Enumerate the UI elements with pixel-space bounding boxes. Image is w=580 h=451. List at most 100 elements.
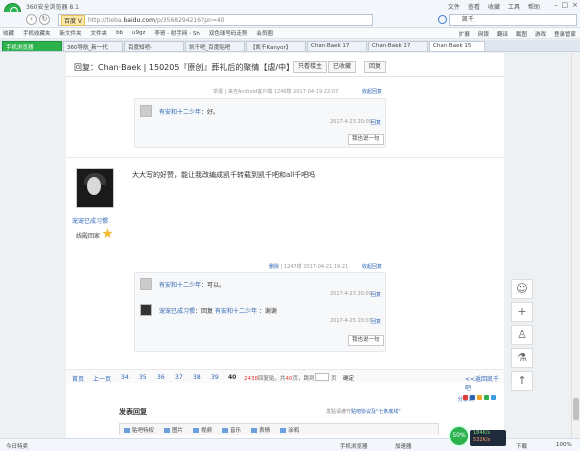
mobile-browser-link[interactable]: 手机浏览器 (340, 442, 368, 450)
scroll-thumb[interactable] (573, 398, 579, 420)
tieba-rules-link[interactable]: 贴吧协议及"七条底线" (351, 409, 401, 415)
author-avatar[interactable] (76, 168, 114, 208)
reply-link[interactable]: 回复 (371, 318, 381, 325)
image-button[interactable]: 图片 (164, 426, 183, 434)
doodle-button[interactable]: 涂鸦 (280, 426, 299, 434)
only-op-button[interactable]: 只看楼主 (293, 61, 328, 73)
search-input[interactable]: 凯千 (449, 14, 577, 26)
tab-chanbaek-active[interactable]: Chan·Baek 15 (429, 41, 485, 51)
search-engine-icon[interactable] (438, 15, 447, 24)
minimize-icon[interactable]: – (554, 1, 558, 9)
jump-confirm-button[interactable]: 确定 (343, 374, 354, 382)
tab-kanyor[interactable]: 【凯千Kanyor】 (246, 41, 306, 51)
emoji-button[interactable]: 表情 (251, 426, 270, 434)
flask-icon[interactable]: ⚗ (511, 348, 533, 368)
floor-divider (66, 157, 504, 158)
avatar[interactable] (140, 304, 152, 316)
back-arrow-icon[interactable]: ‹ (26, 14, 37, 25)
download-link[interactable]: 下载 (516, 442, 527, 450)
page-link[interactable]: 37 (175, 374, 183, 381)
page-link[interactable]: 38 (193, 374, 201, 381)
bookmark-item[interactable]: 文件夹 (91, 29, 108, 37)
avatar[interactable] (140, 105, 152, 117)
delete-link[interactable]: 删除 (269, 264, 279, 270)
menu-view[interactable]: 查看 (468, 2, 480, 11)
tab-mobile-browser[interactable]: 手机浏览器 (2, 41, 62, 51)
bank-button[interactable]: 网银 (478, 30, 489, 38)
share-more-icon[interactable] (491, 395, 496, 400)
reply-button[interactable]: 回复 (364, 61, 387, 73)
bookmark-item[interactable]: 新文件夹 (60, 29, 82, 37)
share-weibo-icon[interactable] (463, 395, 468, 400)
login-manager-button[interactable]: 登录管家 (554, 30, 576, 38)
say-something-button[interactable]: 我也说一句 (348, 134, 384, 145)
prev-page-link[interactable]: 上一页 (93, 374, 111, 383)
bookmark-item[interactable]: u9gz (132, 30, 145, 36)
tab-chanbaek-1[interactable]: Chan·Baek 17 (307, 41, 367, 51)
avatar[interactable] (140, 278, 152, 290)
screenshot-button[interactable]: 截图 (516, 30, 527, 38)
reply-user-link[interactable]: 有安和十二少年 (159, 282, 201, 289)
tab-chanbaek-2[interactable]: Chan·Baek 17 (368, 41, 428, 51)
music-button[interactable]: 音乐 (222, 426, 241, 434)
tab-360-nav[interactable]: 360导航_新一代 (63, 41, 123, 51)
menu-help[interactable]: 帮助 (528, 2, 540, 11)
level-star-icon (102, 228, 113, 239)
address-chip[interactable]: 百度 V (61, 14, 86, 26)
zoom-level[interactable]: 100% (556, 442, 572, 448)
accelerator-link[interactable]: 加速器 (395, 442, 412, 450)
page-link[interactable]: 36 (157, 374, 165, 381)
floor-meta: 举报 | 来自Android客户端 1246楼 2017-04-19 22:07 (213, 89, 339, 95)
author-name-link[interactable]: 宠宠已成习惯 (72, 216, 108, 225)
bookmark-item[interactable]: 李哥 - 射手网 - Sh (154, 29, 199, 37)
collapse-replies-link[interactable]: 收起回复 (362, 263, 382, 270)
compose-toolbar: 贴吧特权 图片 视频 音乐 表情 涂鸦 (119, 423, 439, 435)
close-icon[interactable]: × (572, 1, 578, 9)
reply-link[interactable]: 回复 (371, 119, 381, 126)
page-jump-input[interactable] (315, 373, 329, 381)
compose-title: 发表回复 (119, 408, 147, 416)
reply-link[interactable]: 回复 (371, 291, 381, 298)
bookmark-item[interactable]: bb (116, 30, 123, 36)
privilege-button[interactable]: 贴吧特权 (124, 426, 154, 434)
scrollbar[interactable] (571, 53, 580, 438)
page-link[interactable]: 34 (121, 374, 129, 381)
address-bar[interactable]: 百度 V http://tieba.baidu.com/p/3568294216… (58, 14, 373, 26)
doodle-icon (280, 427, 287, 433)
page-link[interactable]: 35 (139, 374, 147, 381)
page-link[interactable]: 39 (211, 374, 219, 381)
bookmark-item[interactable]: 收藏 (3, 29, 14, 37)
reply-target-link[interactable]: 有安和十二少年 (215, 308, 257, 315)
share-qzone-icon[interactable] (470, 395, 475, 400)
plus-icon[interactable]: + (511, 302, 533, 322)
menu-favorites[interactable]: 收藏 (488, 2, 500, 11)
tab-tieba[interactable]: 凯千吧_百度贴吧 (185, 41, 245, 51)
translate-button[interactable]: 翻译 (497, 30, 508, 38)
video-button[interactable]: 视频 (193, 426, 212, 434)
menu-file[interactable]: 文件 (448, 2, 460, 11)
share-wechat-icon[interactable] (484, 395, 489, 400)
up-arrow-icon[interactable]: ↑ (511, 371, 533, 391)
extensions-button[interactable]: 扩展 (459, 30, 470, 38)
say-something-button[interactable]: 我也说一句 (348, 335, 384, 346)
tab-baidu[interactable]: 百度知吧- (124, 41, 184, 51)
daily-sale-link[interactable]: 今日特卖 (6, 442, 28, 450)
bookmark-item[interactable]: 手机收藏夹 (23, 29, 51, 37)
reply-user-link[interactable]: 有安和十二少年 (159, 109, 201, 116)
refresh-icon[interactable]: ↻ (39, 14, 50, 25)
bookmark-item[interactable]: 会员圈 (256, 29, 273, 37)
maximize-icon[interactable]: □ (562, 1, 569, 9)
games-button[interactable]: 游戏 (535, 30, 546, 38)
smile-icon[interactable]: ☺ (511, 279, 533, 299)
favorited-button[interactable]: 已收藏 (328, 61, 357, 73)
back-to-forum-link[interactable]: <<返回凯千吧 (465, 374, 504, 392)
share-renren-icon[interactable] (477, 395, 482, 400)
bookmark-item[interactable]: 双色球号码走势 (209, 29, 248, 37)
collapse-replies-link[interactable]: 收起回复 (362, 88, 382, 95)
network-speed-ball[interactable]: 50% (448, 425, 470, 447)
menu-tools[interactable]: 工具 (508, 2, 520, 11)
reply-user-link[interactable]: 宠宠已成习惯 (159, 308, 195, 315)
user-icon[interactable]: ♙ (511, 325, 533, 345)
network-speed-panel: 184K/s 532K/s (470, 430, 506, 446)
first-page-link[interactable]: 首页 (72, 374, 84, 383)
